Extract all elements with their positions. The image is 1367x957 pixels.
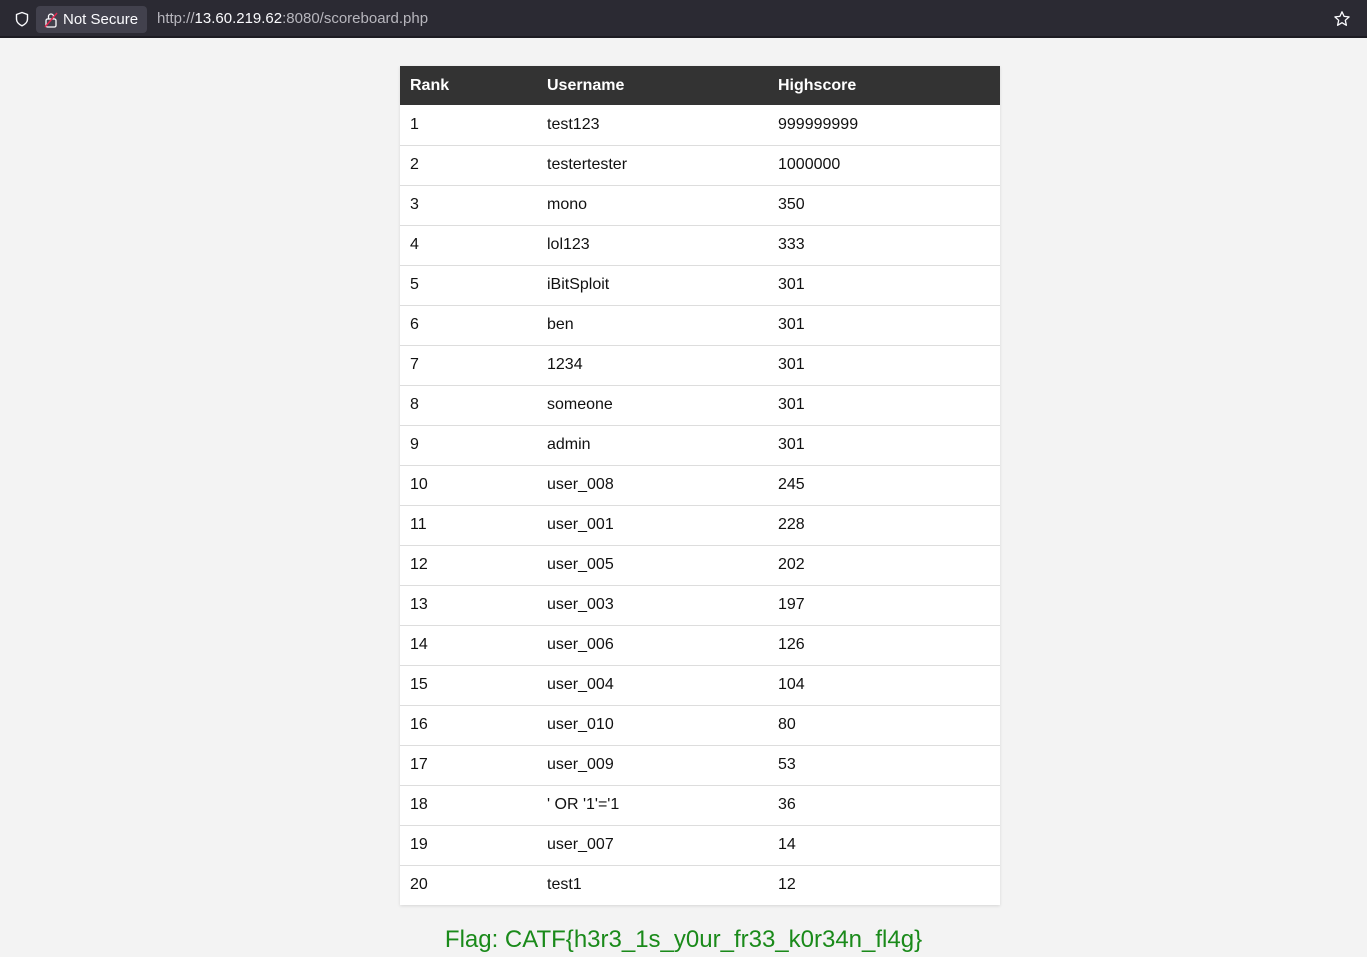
rank-cell: 17 [400,745,537,786]
rank-cell: 15 [400,665,537,706]
highscore-cell: 12 [778,876,796,894]
username-cell: user_006 [537,625,768,666]
highscore-cell: 202 [768,545,1000,586]
rank-cell: 6 [400,305,537,346]
table-row: 14 user_006 126 [400,625,1000,666]
rank-cell: 13 [400,585,537,626]
username-cell: ben [537,305,768,346]
username-cell: someone [537,385,768,426]
shield-icon[interactable] [14,11,30,27]
highscore-cell: 301 [768,345,1000,386]
rank-cell: 2 [400,145,537,186]
table-row: 2 testertester 1000000 [400,145,1000,186]
table-row: 13 user_003 197 [400,585,1000,626]
table-row: 1 test123 999999999 [400,105,1000,146]
username-cell: user_004 [537,665,768,706]
username-cell: 1234 [537,345,768,386]
username-cell: test1 [547,876,582,894]
flag-text: Flag: CATF{h3r3_1s_y0ur_fr33_k0r34n_fl4g… [444,926,923,953]
highscore-cell: 301 [768,265,1000,306]
username-cell: user_001 [537,505,768,546]
table-row: 20 test1 12 [400,865,1000,905]
highscore-cell: 36 [768,785,1000,826]
table-body: 1 test123 999999999 2 testertester 1000000 3 mo… [400,105,1000,905]
header-rank: Rank [400,66,537,105]
username-cell: user_003 [537,585,768,626]
highscore-cell: 228 [768,505,1000,546]
table-row: 12 user_005 202 [400,545,1000,586]
table-row: 17 user_009 53 [400,745,1000,786]
table-row: 11 user_001 228 [400,505,1000,546]
rank-cell: 14 [400,625,537,666]
rank-cell: 11 [400,505,537,546]
rank-cell: 1 [400,105,537,146]
username-cell: user_007 [537,825,768,866]
table-row: 9 admin 301 [400,425,1000,466]
rank-cell: 7 [400,345,537,386]
highscore-cell: 126 [768,625,1000,666]
username-cell: user_009 [537,745,768,786]
table-header-row: Rank Username Highscore [400,66,1000,105]
rank-cell: 12 [400,545,537,586]
rank-cell: 5 [400,265,537,306]
url-path: :8080/scoreboard.php [282,10,429,27]
table-row: 4 lol123 333 [400,225,1000,266]
highscore-cell: 104 [768,665,1000,706]
highscore-cell: 301 [768,385,1000,426]
rank-cell: 4 [400,225,537,266]
insecure-lock-icon [44,12,58,28]
header-highscore: Highscore [768,66,1000,105]
scoreboard-container: Rank Username Highscore 1 test123 99999999… [400,66,1000,905]
username-cell: user_010 [537,705,768,746]
table-row: 18 ' OR '1'='1 36 [400,785,1000,826]
security-label: Not Secure [63,11,139,28]
highscore-cell: 301 [768,305,1000,346]
table-row: 16 user_010 80 [400,705,1000,746]
bookmark-star-icon[interactable] [1333,10,1351,28]
highscore-cell: 999999999 [768,105,1000,146]
username-cell: mono [537,185,768,226]
table-row: 19 user_007 14 [400,825,1000,866]
rank-cell: 9 [400,425,537,466]
scoreboard-table: Rank Username Highscore 1 test123 99999999… [400,66,1000,905]
header-username: Username [537,66,768,105]
security-indicator[interactable]: Not Secure [36,6,148,33]
username-cell: admin [537,425,768,466]
username-cell: user_005 [537,545,768,586]
username-cell: test123 [537,105,768,146]
username-cell: lol123 [537,225,768,266]
username-cell: iBitSploit [537,265,768,306]
rank-cell: 3 [400,185,537,226]
table-row: 7 1234 301 [400,345,1000,386]
table-row: 3 mono 350 [400,185,1000,226]
highscore-cell: 53 [768,745,1000,786]
rank-cell: 8 [400,385,537,426]
highscore-cell: 80 [768,705,1000,746]
rank-cell: 10 [400,465,537,506]
rank-cell: 19 [400,825,537,866]
rank-cell: 20 [410,876,428,894]
highscore-cell: 197 [768,585,1000,626]
highscore-cell: 350 [768,185,1000,226]
table-row: 15 user_004 104 [400,665,1000,706]
highscore-cell: 245 [768,465,1000,506]
highscore-cell: 333 [768,225,1000,266]
url-scheme: http:// [157,10,195,27]
username-cell: user_008 [537,465,768,506]
browser-toolbar: Not Secure http://13.60.219.62:8080/scor… [0,0,1367,38]
url-host: 13.60.219.62 [194,10,283,27]
table-row: 8 someone 301 [400,385,1000,426]
address-bar[interactable]: http://13.60.219.62:8080/scoreboard.php [157,10,428,27]
rank-cell: 16 [400,705,537,746]
rank-cell: 18 [400,785,537,826]
username-cell: testertester [537,145,768,186]
table-row: 10 user_008 245 [400,465,1000,506]
table-row: 5 iBitSploit 301 [400,265,1000,306]
highscore-cell: 301 [768,425,1000,466]
username-cell: ' OR '1'='1 [537,785,768,826]
highscore-cell: 1000000 [768,145,1000,186]
table-row: 6 ben 301 [400,305,1000,346]
highscore-cell: 14 [768,825,1000,866]
